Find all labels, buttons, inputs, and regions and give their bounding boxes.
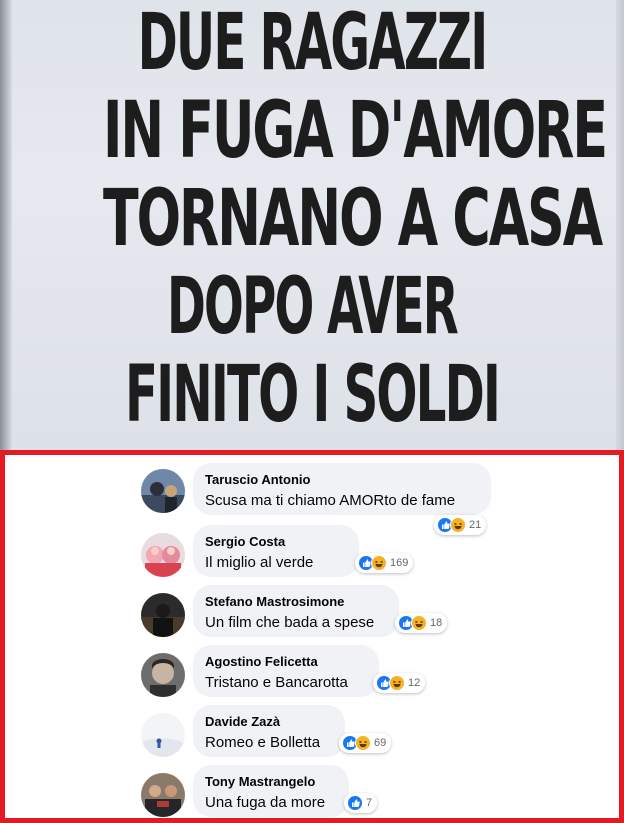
comment-text: Scusa ma ti chiamo AMORto de fame [205, 492, 456, 509]
reaction-summary[interactable]: 18 [395, 613, 448, 633]
haha-reaction-icon [371, 555, 387, 571]
comment-bubble: Taruscio Antonio Scusa ma ti chiamo AMOR… [193, 463, 491, 515]
reaction-count: 18 [430, 617, 443, 629]
headline-line-3: TORNANO A CASA [102, 174, 603, 264]
comments-panel: Taruscio Antonio Scusa ma ti chiamo AMOR… [0, 450, 624, 823]
comment-text: Romeo e Bolletta [205, 734, 321, 751]
poster-right-edge [616, 0, 624, 450]
comment-item: Davide Zazà Romeo e Bolletta 69 [141, 705, 621, 757]
reaction-count: 7 [366, 797, 373, 809]
headline-line-5: FINITO I SOLDI [124, 350, 501, 440]
comment-bubble: Tony Mastrangelo Una fuga da more [193, 765, 349, 817]
avatar[interactable] [141, 653, 185, 697]
comment-author[interactable]: Taruscio Antonio [205, 472, 479, 488]
avatar[interactable] [141, 773, 185, 817]
like-reaction-icon [347, 795, 363, 811]
reaction-summary[interactable]: 7 [344, 793, 378, 813]
headline-poster: DUE RAGAZZI IN FUGA D'AMORE TORNANO A CA… [0, 0, 624, 450]
comment-text: Una fuga da more [205, 794, 326, 811]
haha-reaction-icon [355, 735, 371, 751]
reaction-count: 69 [374, 737, 387, 749]
headline-line-1: DUE RAGAZZI [137, 0, 489, 88]
avatar[interactable] [141, 593, 185, 637]
comment-bubble: Stefano Mastrosimone Un film che bada a … [193, 585, 399, 637]
comment-item: Taruscio Antonio Scusa ma ti chiamo AMOR… [141, 463, 621, 535]
comment-bubble: Davide Zazà Romeo e Bolletta [193, 705, 345, 757]
reaction-summary[interactable]: 12 [373, 673, 426, 693]
reaction-count: 169 [390, 557, 409, 569]
comment-text: Il miglio al verde [205, 554, 314, 571]
comment-author[interactable]: Stefano Mastrosimone [205, 594, 387, 610]
comment-author[interactable]: Tony Mastrangelo [205, 774, 337, 790]
comment-bubble: Agostino Felicetta Tristano e Bancarotta [193, 645, 379, 697]
avatar[interactable] [141, 469, 185, 513]
haha-reaction-icon [411, 615, 427, 631]
comment-author[interactable]: Davide Zazà [205, 714, 333, 730]
haha-reaction-icon [389, 675, 405, 691]
comment-bubble: Sergio Costa Il miglio al verde [193, 525, 359, 577]
avatar[interactable] [141, 533, 185, 577]
comment-author[interactable]: Agostino Felicetta [205, 654, 367, 670]
comment-item: Tony Mastrangelo Una fuga da more 7 [141, 765, 621, 817]
comment-item: Agostino Felicetta Tristano e Bancarotta… [141, 645, 621, 697]
comment-author[interactable]: Sergio Costa [205, 534, 347, 550]
poster-left-edge [0, 0, 12, 450]
reaction-summary[interactable]: 169 [355, 553, 414, 573]
comment-item: Stefano Mastrosimone Un film che bada a … [141, 585, 621, 637]
comment-text: Un film che bada a spese [205, 614, 375, 631]
headline-line-4: DOPO AVER [166, 262, 459, 352]
headline-line-2: IN FUGA D'AMORE [102, 86, 608, 176]
reaction-summary[interactable]: 69 [339, 733, 392, 753]
reaction-count: 12 [408, 677, 421, 689]
comment-item: Sergio Costa Il miglio al verde 169 [141, 525, 621, 577]
comment-text: Tristano e Bancarotta [205, 674, 348, 691]
avatar[interactable] [141, 713, 185, 757]
